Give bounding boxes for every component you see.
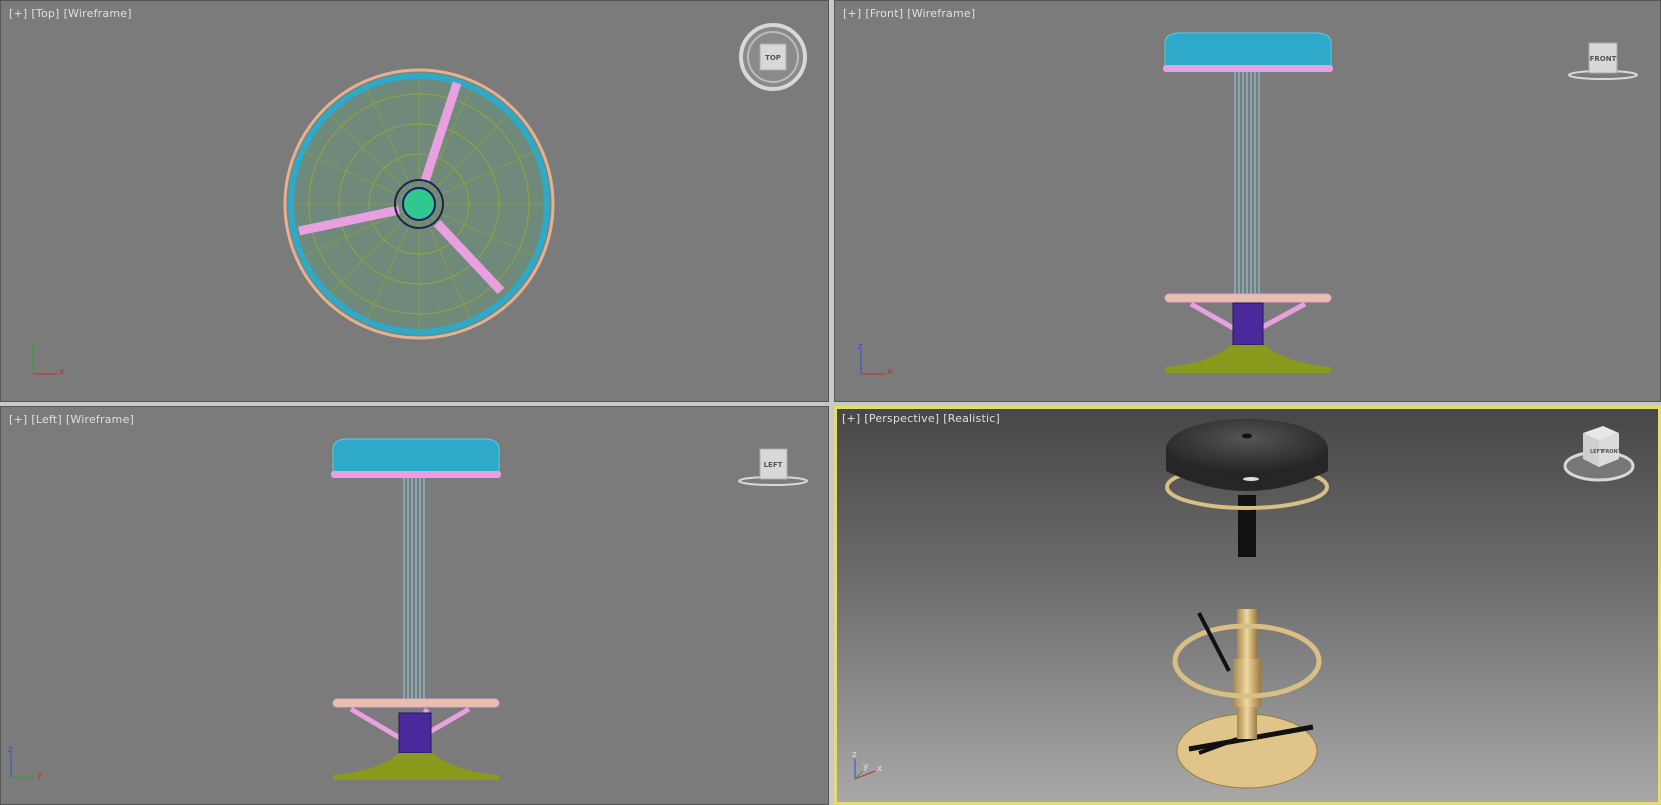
- viewport-perspective-active[interactable]: [+] [Perspective] [Realistic] LEFT FRONT…: [834, 406, 1661, 805]
- viewcube-face-label: TOP: [765, 54, 781, 62]
- svg-text:z: z: [858, 342, 863, 352]
- perspective-render: LEFT FRONT x z y: [852, 419, 1635, 789]
- svg-text:FRONT: FRONT: [1602, 449, 1622, 455]
- viewcube-perspective: LEFT FRONT: [1563, 426, 1635, 482]
- stool-front-wireframe: [1163, 32, 1333, 373]
- svg-text:z: z: [8, 745, 13, 755]
- axis-tripod: x y: [30, 342, 65, 377]
- viewcube-front: FRONT: [1568, 42, 1638, 80]
- axis-tripod: x z: [858, 342, 893, 377]
- svg-text:z: z: [852, 750, 857, 760]
- viewcube-top: TOP: [739, 23, 807, 91]
- viewcube-face-label: LEFT: [764, 461, 783, 469]
- svg-text:x: x: [887, 367, 893, 377]
- svg-text:y: y: [30, 342, 36, 352]
- stool-perspective-render: [1165, 419, 1329, 789]
- viewport-top[interactable]: [+] [Top] [Wireframe] TOP x y: [0, 0, 829, 402]
- top-view-wireframe: TOP x y: [30, 23, 807, 377]
- left-view-wireframe: LEFT y z: [8, 438, 808, 780]
- svg-text:y: y: [37, 770, 43, 780]
- viewcube-left: LEFT: [738, 448, 808, 486]
- stool-top-wireframe: [283, 68, 555, 340]
- stool-left-wireframe: [331, 438, 501, 780]
- viewport-left[interactable]: [+] [Left] [Wireframe] LEFT y z: [0, 406, 829, 805]
- svg-text:x: x: [59, 367, 65, 377]
- axis-tripod: x z y: [852, 750, 883, 780]
- svg-text:y: y: [863, 762, 869, 772]
- viewcube-face-label: FRONT: [1590, 55, 1617, 63]
- viewport-front[interactable]: [+] [Front] [Wireframe] FRONT x z: [834, 0, 1661, 402]
- front-view-wireframe: FRONT x z: [858, 32, 1638, 377]
- svg-text:x: x: [877, 764, 883, 774]
- axis-tripod: y z: [8, 745, 43, 780]
